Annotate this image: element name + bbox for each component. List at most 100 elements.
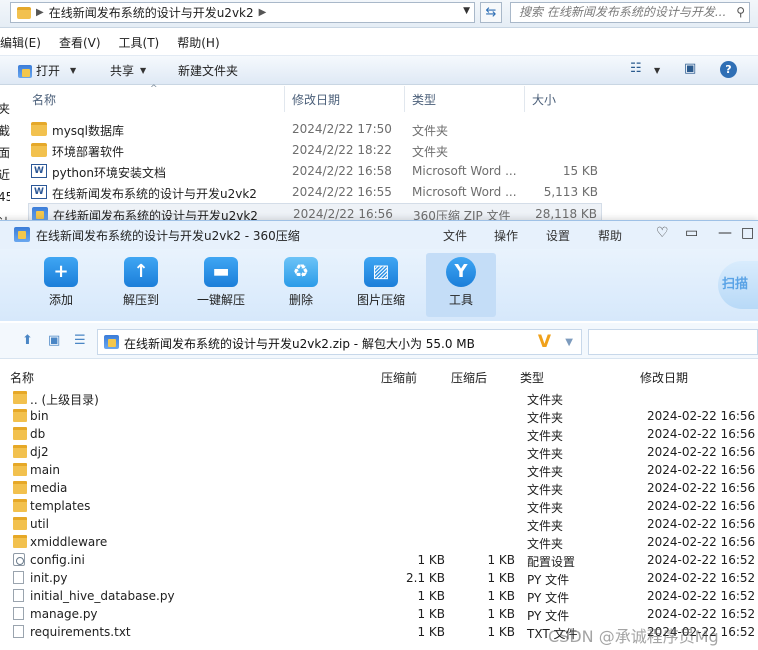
archive-row[interactable]: config.ini 1 KB 1 KB 配置设置 2024-02-22 16:…: [10, 551, 758, 569]
file-row[interactable]: 环境部署软件 2024/2/22 18:22 文件夹: [28, 140, 602, 161]
search-input[interactable]: 搜索 在线新闻发布系统的设计与开发... ⚲: [510, 2, 750, 23]
column-after[interactable]: 压缩后: [451, 369, 487, 386]
archive-row[interactable]: initial_hive_database.py 1 KB 1 KB PY 文件…: [10, 587, 758, 605]
entry-type: 文件夹: [527, 465, 564, 479]
menu-operate[interactable]: 操作: [494, 227, 518, 244]
column-name[interactable]: 名称: [10, 369, 34, 386]
path-bar: ⬆ ▣ ☰ 在线新闻发布系统的设计与开发u2vk2.zip - 解包大小为 55…: [0, 323, 758, 359]
help-icon[interactable]: ?: [720, 61, 737, 78]
archive-row[interactable]: init.py 2.1 KB 1 KB PY 文件 2024-02-22 16:…: [10, 569, 758, 587]
archive-row[interactable]: xmiddleware 文件夹 2024-02-22 16:56: [10, 533, 758, 551]
minimize-icon[interactable]: —: [718, 225, 732, 241]
nav-item[interactable]: 面: [0, 144, 10, 161]
list-view-icon[interactable]: ☰: [74, 333, 86, 348]
column-date[interactable]: 修改日期: [640, 369, 688, 386]
archive-row[interactable]: bin 文件夹 2024-02-22 16:56: [10, 407, 758, 425]
archive-row[interactable]: db 文件夹 2024-02-22 16:56: [10, 425, 758, 443]
refresh-button[interactable]: ⇆: [480, 2, 502, 23]
archive-path-field[interactable]: 在线新闻发布系统的设计与开发u2vk2.zip - 解包大小为 55.0 MB …: [97, 329, 582, 355]
word-icon: W: [31, 185, 47, 199]
scan-button[interactable]: 扫描: [718, 261, 758, 309]
new-folder-button[interactable]: 新建文件夹: [178, 62, 238, 80]
address-bar: ▶ 在线新闻发布系统的设计与开发u2vk2 ▶ ▼ ⇆ 搜索 在线新闻发布系统的…: [0, 0, 758, 28]
nav-item[interactable]: 夹: [0, 100, 10, 117]
archive-row[interactable]: util 文件夹 2024-02-22 16:56: [10, 515, 758, 533]
breadcrumb-item[interactable]: 在线新闻发布系统的设计与开发u2vk2: [49, 4, 254, 21]
chevron-right-icon[interactable]: ▶: [36, 7, 44, 18]
search-icon[interactable]: ⚲: [736, 3, 745, 22]
menu-edit[interactable]: 编辑(E): [0, 33, 41, 53]
folder-icon: [13, 463, 27, 476]
menu-help[interactable]: 帮助: [598, 227, 622, 244]
tools-button[interactable]: Y 工具: [426, 253, 496, 317]
nav-item[interactable]: 近: [0, 166, 10, 183]
archive-row[interactable]: .. (上级目录) 文件夹: [10, 389, 758, 407]
chevron-down-icon: ▼: [140, 66, 147, 75]
extract-to-button[interactable]: ↑ 解压到: [106, 253, 176, 317]
feedback-icon[interactable]: ▭: [685, 225, 698, 241]
archive-search-input[interactable]: [588, 329, 758, 355]
folder-icon: [13, 499, 27, 512]
archive-row[interactable]: templates 文件夹 2024-02-22 16:56: [10, 497, 758, 515]
file-row[interactable]: mysql数据库 2024/2/22 17:50 文件夹: [28, 119, 602, 140]
entry-size-before: 1 KB: [417, 625, 445, 639]
entry-name: .. (上级目录): [30, 393, 99, 407]
delete-button[interactable]: ♻ 删除: [266, 253, 336, 317]
entry-type: 文件夹: [527, 519, 564, 533]
preview-pane-icon[interactable]: ▣: [684, 61, 696, 76]
chevron-right-icon[interactable]: ▶: [259, 7, 267, 18]
zip-icon: [104, 335, 119, 349]
breadcrumb[interactable]: ▶ 在线新闻发布系统的设计与开发u2vk2 ▶ ▼: [10, 2, 475, 23]
scan-label: 扫描: [722, 277, 749, 292]
archive-row[interactable]: main 文件夹 2024-02-22 16:56: [10, 461, 758, 479]
share-label: 共享: [110, 64, 135, 78]
open-button[interactable]: 打开 ▼: [18, 62, 76, 80]
entry-name: dj2: [30, 445, 49, 459]
menu-file[interactable]: 文件: [443, 227, 467, 244]
watermark-text: CSDN @承诚程序员Mg: [548, 627, 719, 646]
file-row[interactable]: W 在线新闻发布系统的设计与开发u2vk2 2024/2/22 16:55 Mi…: [28, 182, 602, 203]
file-row[interactable]: W python环境安装文档 2024/2/22 16:58 Microsoft…: [28, 161, 602, 182]
folder-icon: [13, 427, 27, 440]
column-before[interactable]: 压缩前: [381, 369, 417, 386]
up-level-icon[interactable]: ⬆: [22, 333, 33, 348]
archive-row[interactable]: dj2 文件夹 2024-02-22 16:56: [10, 443, 758, 461]
menu-settings[interactable]: 设置: [546, 227, 570, 244]
open-label: 打开: [36, 64, 61, 78]
quick-extract-icon: ▬: [204, 257, 238, 287]
chevron-down-icon[interactable]: ▼: [463, 6, 470, 16]
menu-help[interactable]: 帮助(H): [177, 33, 219, 53]
archive-row[interactable]: manage.py 1 KB 1 KB PY 文件 2024-02-22 16:…: [10, 605, 758, 623]
menu-view[interactable]: 查看(V): [59, 33, 101, 53]
share-button[interactable]: 共享 ▼: [110, 62, 146, 80]
file-name: 在线新闻发布系统的设计与开发u2vk2: [52, 187, 257, 201]
entry-size-after: 1 KB: [487, 589, 515, 603]
chevron-down-icon[interactable]: ▼: [565, 337, 573, 348]
archive-row[interactable]: media 文件夹 2024-02-22 16:56: [10, 479, 758, 497]
file-date: 2024/2/22 16:58: [292, 164, 392, 178]
add-button[interactable]: + 添加: [26, 253, 96, 317]
skin-icon[interactable]: ♡: [656, 225, 669, 241]
nav-item[interactable]: 45: [0, 190, 10, 204]
maximize-icon[interactable]: □: [741, 225, 754, 241]
column-size[interactable]: 大小: [532, 91, 556, 108]
v-badge-icon[interactable]: V: [538, 332, 551, 352]
entry-type: 文件夹: [527, 447, 564, 461]
chevron-down-icon[interactable]: ▼: [654, 66, 660, 75]
quick-extract-button[interactable]: ▬ 一键解压: [186, 253, 256, 317]
entry-type: PY 文件: [527, 573, 570, 587]
entry-date: 2024-02-22 16:52: [647, 607, 756, 621]
entry-name: templates: [30, 499, 91, 513]
menu-tools[interactable]: 工具(T): [119, 33, 160, 53]
image-compress-button[interactable]: ▨ 图片压缩: [346, 253, 416, 317]
column-type[interactable]: 类型: [412, 91, 436, 108]
add-label: 添加: [48, 293, 73, 307]
quick-extract-label: 一键解压: [196, 293, 245, 307]
column-name[interactable]: 名称: [32, 91, 56, 108]
file-name: mysql数据库: [52, 124, 124, 138]
thumbnail-view-icon[interactable]: ▣: [48, 333, 60, 348]
column-date[interactable]: 修改日期: [292, 91, 340, 108]
view-options-icon[interactable]: ☷: [630, 61, 642, 76]
nav-item[interactable]: 截: [0, 122, 10, 139]
column-type[interactable]: 类型: [520, 369, 544, 386]
